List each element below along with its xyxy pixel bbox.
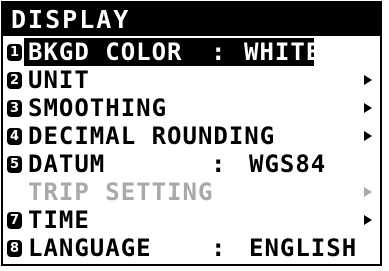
menu-item-label: TRIP SETTING	[28, 178, 214, 206]
menu-item-separator: :	[211, 150, 227, 178]
menu-item-label: LANGUAGE	[28, 234, 152, 262]
number-badge: 7	[7, 212, 22, 229]
menu-item-datum[interactable]: 5 DATUM : WGS84	[3, 150, 380, 178]
menu-item-language[interactable]: 8 LANGUAGE : ENGLISH	[3, 234, 380, 262]
menu-item-label: SMOOTHING	[28, 94, 168, 122]
menu-item-time[interactable]: 7 TIME	[3, 206, 380, 234]
number-badge: 8	[7, 240, 22, 257]
number-badge: 3	[7, 100, 22, 117]
submenu-arrow-icon	[364, 131, 372, 141]
submenu-arrow-icon	[364, 187, 372, 197]
number-badge: 5	[7, 156, 22, 173]
menu-item-value: WGS84	[249, 150, 327, 178]
number-badge: 1	[7, 44, 22, 61]
submenu-arrow-icon	[364, 215, 372, 225]
menu-item-separator: :	[211, 234, 227, 262]
selection-highlight: BKGD COLOR : WHITE	[24, 38, 320, 66]
menu-title-bar: DISPLAY	[3, 3, 380, 36]
menu-item-label: DATUM	[28, 150, 106, 178]
submenu-arrow-icon	[364, 75, 372, 85]
menu-item-trip-setting: TRIP SETTING	[3, 178, 380, 206]
menu-item-value: ENGLISH	[249, 234, 358, 262]
menu-item-decimal-rounding[interactable]: 4 DECIMAL ROUNDING	[3, 122, 380, 150]
display-menu: DISPLAY 1 BKGD COLOR : WHITE 2 UNIT 3 SM…	[1, 1, 382, 266]
menu-item-bkgd-color[interactable]: 1 BKGD COLOR : WHITE	[3, 38, 380, 66]
number-badge: 2	[7, 72, 22, 89]
menu-item-unit[interactable]: 2 UNIT	[3, 66, 380, 94]
menu-title: DISPLAY	[11, 5, 131, 34]
menu-item-label: TIME	[28, 206, 90, 234]
menu-item-separator: :	[211, 38, 227, 66]
menu-item-value: WHITE	[244, 38, 322, 66]
menu-item-label: BKGD COLOR	[28, 38, 183, 66]
menu-item-label: DECIMAL ROUNDING	[28, 122, 276, 150]
number-badge: 4	[7, 128, 22, 145]
submenu-arrow-icon	[364, 103, 372, 113]
menu-item-smoothing[interactable]: 3 SMOOTHING	[3, 94, 380, 122]
menu-item-label: UNIT	[28, 66, 90, 94]
